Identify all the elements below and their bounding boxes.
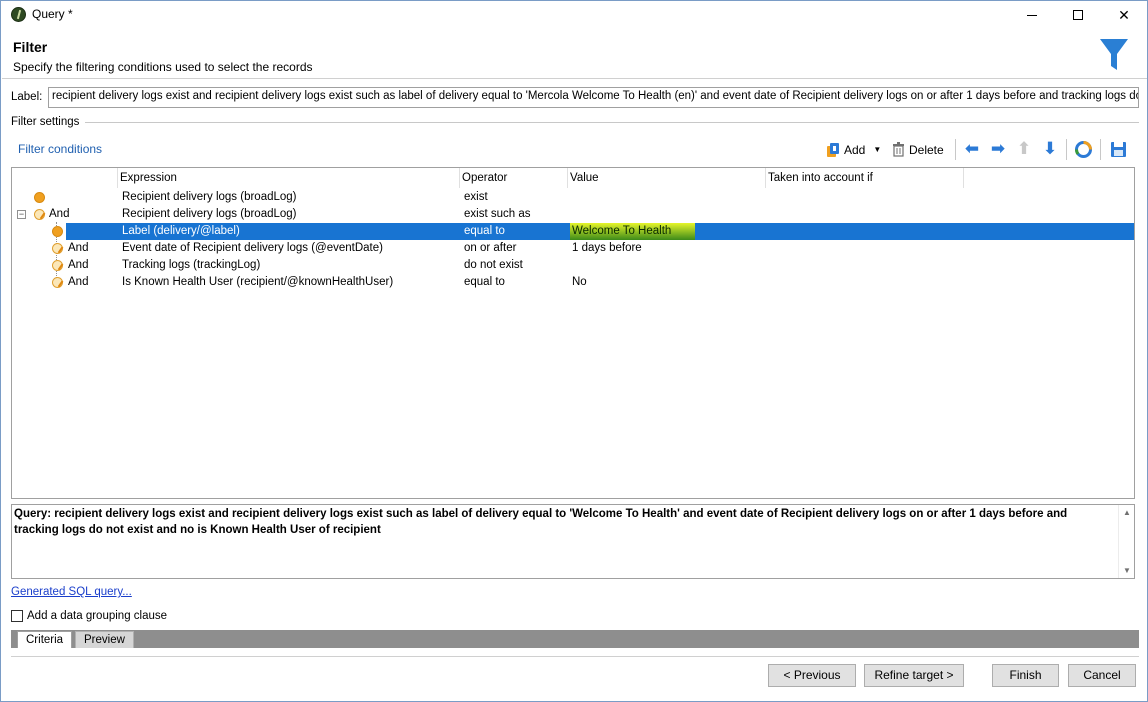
value-cell[interactable]: Welcome To Health bbox=[570, 223, 695, 240]
table-row[interactable]: And Event date of Recipient delivery log… bbox=[12, 240, 1134, 257]
page-subtitle: Specify the filtering conditions used to… bbox=[13, 60, 313, 74]
maximize-button[interactable] bbox=[1055, 1, 1101, 29]
table-row[interactable]: And Tracking logs (trackingLog) do not e… bbox=[12, 257, 1134, 274]
app-logo-icon bbox=[11, 7, 26, 22]
grouping-clause-row[interactable]: Add a data grouping clause bbox=[11, 609, 167, 623]
toolbar-separator bbox=[955, 139, 956, 160]
move-down-icon[interactable]: ⬇ bbox=[1040, 140, 1060, 158]
generated-sql-link[interactable]: Generated SQL query... bbox=[11, 586, 132, 598]
filter-conditions-caption: Filter conditions bbox=[18, 142, 103, 156]
expression-cell: Recipient delivery logs (broadLog) bbox=[122, 208, 297, 220]
and-condition-icon bbox=[52, 277, 63, 288]
expression-cell: Recipient delivery logs (broadLog) bbox=[122, 191, 297, 203]
footer-divider bbox=[11, 656, 1139, 657]
table-row[interactable]: And Is Known Health User (recipient/@kno… bbox=[12, 274, 1134, 291]
value-cell: 1 days before bbox=[572, 242, 642, 254]
conjunction-cell: And bbox=[68, 276, 89, 288]
condition-icon bbox=[52, 226, 63, 237]
column-header-value[interactable]: Value bbox=[568, 168, 766, 188]
column-header-expression[interactable]: Expression bbox=[118, 168, 460, 188]
minimize-icon bbox=[1027, 14, 1037, 16]
refine-target-button[interactable]: Refine target > bbox=[864, 664, 964, 687]
operator-cell: do not exist bbox=[464, 259, 523, 271]
finish-button[interactable]: Finish bbox=[992, 664, 1059, 687]
query-scrollbar[interactable]: ▲ ▼ bbox=[1118, 505, 1134, 578]
operator-cell: exist such as bbox=[464, 208, 531, 220]
label-caption: Label: bbox=[11, 91, 43, 103]
column-header-operator[interactable]: Operator bbox=[460, 168, 568, 188]
column-header-taken-into-account[interactable]: Taken into account if bbox=[766, 168, 964, 188]
label-input[interactable]: recipient delivery logs exist and recipi… bbox=[48, 87, 1139, 108]
scroll-down-icon[interactable]: ▼ bbox=[1123, 566, 1131, 575]
and-condition-icon bbox=[52, 260, 63, 271]
table-row[interactable]: − And Recipient delivery logs (broadLog)… bbox=[12, 206, 1134, 223]
condition-icon bbox=[34, 192, 45, 203]
grouping-checkbox[interactable] bbox=[11, 610, 23, 622]
add-button[interactable]: Add ▼ bbox=[826, 139, 881, 160]
distribution-icon[interactable] bbox=[1075, 141, 1092, 158]
conjunction-cell: And bbox=[68, 259, 89, 271]
move-up-icon[interactable]: ⬆ bbox=[1014, 140, 1034, 158]
scroll-up-icon[interactable]: ▲ bbox=[1123, 508, 1131, 517]
close-button[interactable]: ✕ bbox=[1101, 1, 1147, 29]
table-row-selected[interactable]: Label (delivery/@label) equal to Welcome… bbox=[12, 223, 1134, 240]
query-summary-box[interactable]: Query: recipient delivery logs exist and… bbox=[11, 504, 1135, 579]
move-left-icon[interactable]: ⬅ bbox=[962, 140, 982, 158]
toolbar-separator bbox=[1100, 139, 1101, 160]
window-title: Query * bbox=[32, 7, 73, 21]
and-condition-icon bbox=[52, 243, 63, 254]
filter-conditions-toolbar: Filter conditions Add ▼ Delete ⬅ ➡ ⬆ ⬇ bbox=[11, 136, 1139, 163]
delete-button[interactable]: Delete bbox=[892, 139, 944, 160]
page-title: Filter bbox=[13, 39, 48, 55]
label-row: Label: recipient delivery logs exist and… bbox=[11, 87, 1139, 109]
add-dropdown-icon[interactable]: ▼ bbox=[873, 145, 881, 154]
filter-funnel-icon bbox=[1100, 39, 1128, 70]
minimize-button[interactable] bbox=[1009, 1, 1055, 29]
move-right-icon[interactable]: ➡ bbox=[988, 140, 1008, 158]
cancel-button[interactable]: Cancel bbox=[1068, 664, 1136, 687]
title-bar[interactable]: Query * ✕ bbox=[1, 1, 1147, 29]
operator-cell: exist bbox=[464, 191, 488, 203]
expression-cell: Event date of Recipient delivery logs (@… bbox=[122, 242, 383, 254]
tab-preview[interactable]: Preview bbox=[75, 631, 134, 648]
add-condition-icon bbox=[827, 142, 839, 157]
save-icon[interactable] bbox=[1110, 141, 1127, 158]
column-header-tree bbox=[12, 168, 118, 188]
and-condition-icon bbox=[34, 209, 45, 220]
operator-cell: on or after bbox=[464, 242, 517, 254]
query-window: Query * ✕ Filter Specify the filtering c… bbox=[0, 0, 1148, 702]
toolbar-separator bbox=[1066, 139, 1067, 160]
close-icon: ✕ bbox=[1118, 6, 1130, 23]
trash-icon bbox=[893, 142, 904, 157]
operator-cell: equal to bbox=[464, 225, 505, 237]
tabs-bar: Criteria Preview bbox=[11, 630, 1139, 648]
filter-settings-divider bbox=[85, 122, 1139, 123]
filter-conditions-grid: Expression Operator Value Taken into acc… bbox=[11, 167, 1135, 499]
add-label: Add bbox=[844, 142, 866, 157]
delete-label: Delete bbox=[909, 142, 944, 157]
expression-cell: Is Known Health User (recipient/@knownHe… bbox=[122, 276, 394, 288]
previous-button[interactable]: < Previous bbox=[768, 664, 856, 687]
table-row[interactable]: Recipient delivery logs (broadLog) exist bbox=[12, 189, 1134, 206]
conjunction-cell: And bbox=[68, 242, 89, 254]
conjunction-cell: And bbox=[49, 208, 70, 220]
expression-cell: Tracking logs (trackingLog) bbox=[122, 259, 261, 271]
expression-cell: Label (delivery/@label) bbox=[122, 225, 240, 237]
grid-header: Expression Operator Value Taken into acc… bbox=[12, 168, 1134, 188]
tab-criteria[interactable]: Criteria bbox=[17, 631, 73, 648]
value-cell: No bbox=[572, 276, 587, 288]
grouping-label: Add a data grouping clause bbox=[27, 610, 168, 622]
query-summary-text: Query: recipient delivery logs exist and… bbox=[14, 508, 1068, 536]
filter-settings-caption: Filter settings bbox=[11, 116, 83, 128]
operator-cell: equal to bbox=[464, 276, 505, 288]
maximize-icon bbox=[1073, 10, 1083, 20]
collapse-icon[interactable]: − bbox=[17, 210, 26, 219]
header-panel: Filter Specify the filtering conditions … bbox=[2, 31, 1147, 79]
